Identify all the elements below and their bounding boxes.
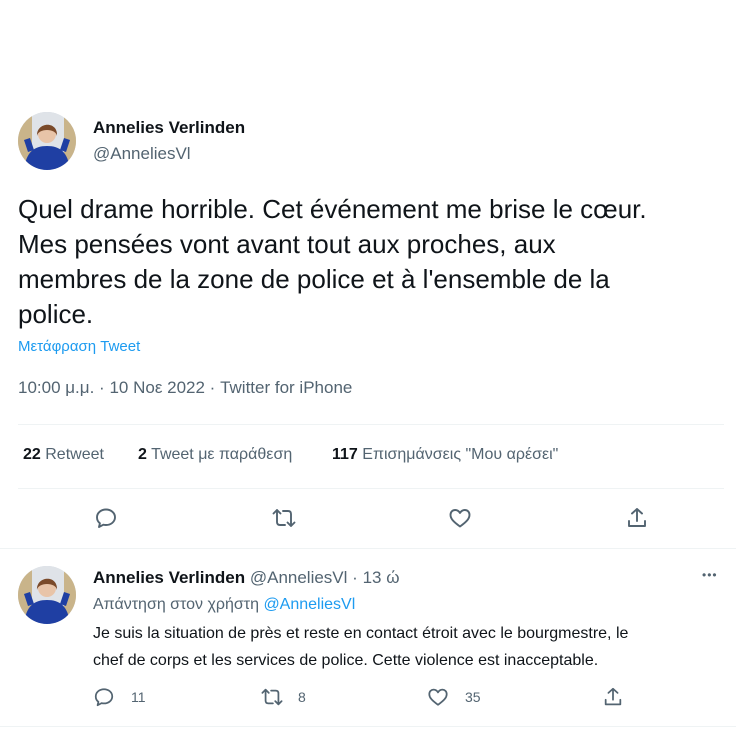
reply-icon	[96, 508, 116, 528]
likes-stat[interactable]: 117 Επισημάνσεις "Μου αρέσει"	[332, 446, 558, 464]
reply-button[interactable]	[92, 504, 120, 532]
tweet-meta: 10:00 μ.μ. · 10 Νοε 2022 · Twitter for i…	[18, 378, 352, 398]
replying-to-handle[interactable]: @AnneliesVl	[263, 596, 355, 613]
retweet-icon	[261, 688, 283, 706]
retweet-icon	[272, 509, 296, 527]
like-icon	[428, 688, 448, 706]
tweet-text-line: membres de la zone de police et à l'ense…	[18, 264, 610, 294]
avatar-image	[18, 112, 76, 170]
like-icon	[449, 509, 471, 528]
tweet-time[interactable]: 10:00 μ.μ.	[18, 378, 94, 397]
reply-reply-button[interactable]: 11	[93, 686, 146, 708]
tweet-text-line: police.	[18, 299, 94, 329]
divider	[18, 488, 724, 489]
share-button[interactable]	[623, 504, 651, 532]
like-button[interactable]	[446, 504, 474, 532]
divider	[18, 424, 724, 425]
like-count: 35	[465, 689, 481, 705]
reply-author-handle[interactable]: @AnneliesVl	[250, 568, 348, 587]
reply-author-name[interactable]: Annelies Verlinden	[93, 568, 245, 587]
reply-share-button[interactable]	[602, 686, 624, 708]
reply-time[interactable]: 13 ώ	[363, 568, 400, 587]
reply-author-avatar[interactable]	[18, 566, 76, 624]
tweet-text-line: Quel drame horrible. Cet événement me br…	[18, 194, 647, 224]
retweet-button[interactable]	[270, 504, 298, 532]
retweets-count: 22	[23, 446, 41, 463]
avatar-image	[18, 566, 76, 624]
author-avatar[interactable]	[18, 112, 76, 170]
author-name[interactable]: Annelies Verlinden	[93, 118, 245, 138]
share-icon	[628, 508, 646, 527]
meta-separator: ·	[209, 378, 216, 397]
tweet-text: Quel drame horrible. Cet événement me br…	[18, 192, 647, 332]
reply-text: Je suis la situation de près et reste en…	[93, 620, 628, 674]
author-handle[interactable]: @AnneliesVl	[93, 144, 191, 164]
reply-icon	[94, 688, 114, 707]
retweets-stat[interactable]: 22 Retweet	[23, 446, 104, 464]
quotes-count: 2	[138, 446, 147, 463]
reply-like-button[interactable]: 35	[427, 686, 481, 708]
divider	[0, 548, 736, 549]
tweet-source[interactable]: Twitter for iPhone	[220, 378, 352, 397]
retweet-count: 8	[298, 689, 306, 705]
reply-retweet-button[interactable]: 8	[260, 686, 306, 708]
divider	[0, 726, 736, 727]
likes-label: Επισημάνσεις "Μου αρέσει"	[362, 446, 559, 463]
tweet-text-line: Mes pensées vont avant tout aux proches,…	[18, 229, 556, 259]
likes-count: 117	[332, 446, 358, 463]
reply-text-line: Je suis la situation de près et reste en…	[93, 625, 629, 642]
reply-count: 11	[131, 689, 146, 705]
tweet-date[interactable]: 10 Νοε 2022	[109, 378, 204, 397]
retweets-label: Retweet	[45, 446, 104, 463]
reply-text-line: chef de corps et les services de police.…	[93, 652, 599, 669]
quote-tweets-stat[interactable]: 2 Tweet με παράθεση	[138, 446, 292, 464]
meta-separator: ·	[99, 378, 105, 397]
more-options-icon[interactable]: •••	[702, 568, 718, 582]
reply-dot: ·	[352, 568, 358, 587]
translate-tweet-link[interactable]: Μετάφραση Tweet	[18, 338, 140, 355]
share-icon	[604, 687, 622, 706]
reply-header: Annelies Verlinden @AnneliesVl · 13 ώ	[93, 568, 399, 588]
replying-to: Απάντηση στον χρήστη @AnneliesVl	[93, 596, 355, 614]
replying-to-prefix: Απάντηση στον χρήστη	[93, 596, 259, 613]
quotes-label: Tweet με παράθεση	[151, 446, 293, 463]
